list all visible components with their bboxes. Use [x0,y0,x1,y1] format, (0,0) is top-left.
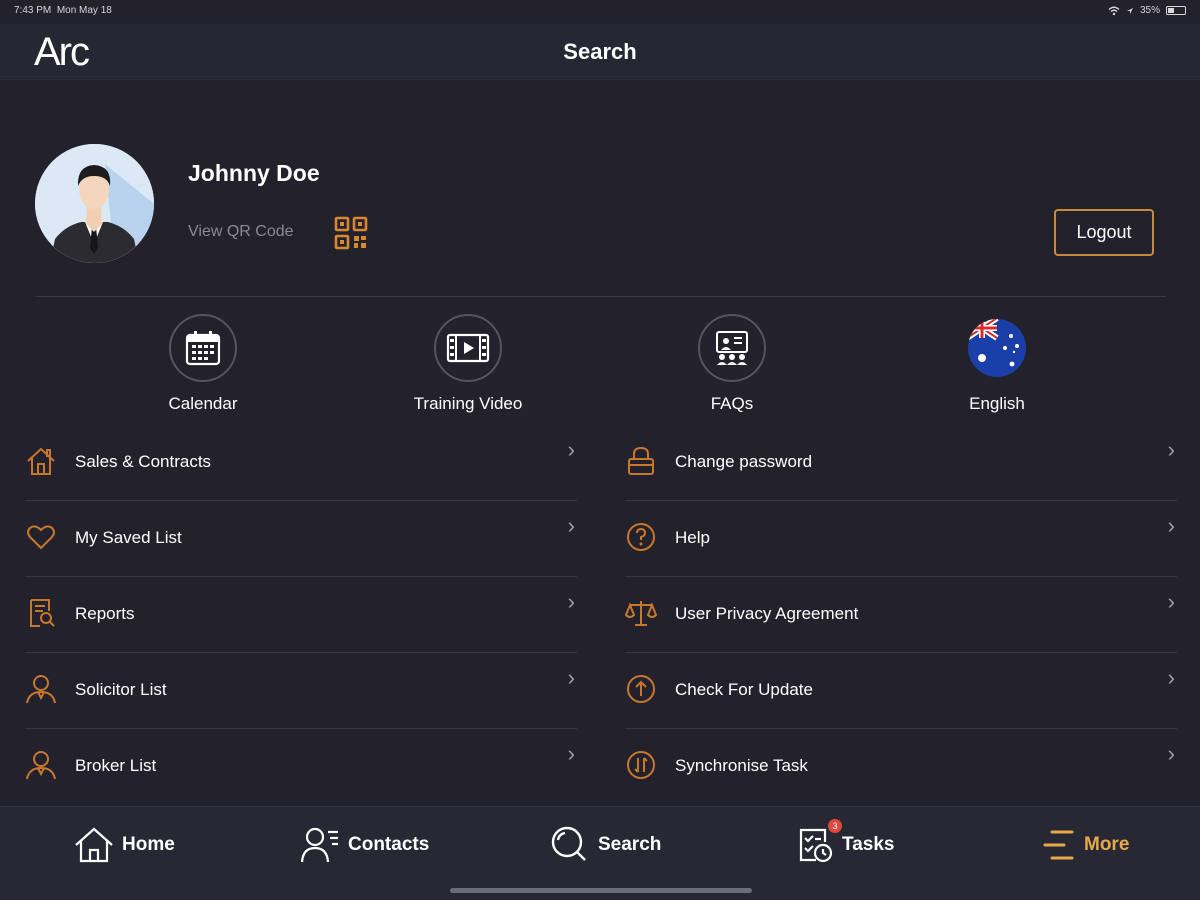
tab-label: Search [598,834,662,855]
search-icon [551,826,586,861]
upload-icon [627,675,655,703]
menu-item-label: Reports [75,604,135,623]
house-icon [27,447,55,475]
tab-label: Tasks [842,834,895,855]
scales-icon [625,601,657,626]
chevron-right-icon: › [1167,513,1175,538]
tasks-badge: 3 [828,819,842,833]
battery-percent: 35% [1139,5,1160,16]
quick-action-circle [963,314,1031,382]
tab-label: More [1084,834,1130,855]
menu-item-label: User Privacy Agreement [675,604,859,623]
contacts-icon [300,827,338,863]
menu-item-synchronise-task[interactable]: Synchronise Task › [625,729,1177,805]
menu-item-reports[interactable]: Reports › [25,577,577,653]
menu-item-label: My Saved List [75,528,182,547]
logout-button[interactable]: Logout [1054,209,1154,256]
menu-item-broker-list[interactable]: Broker List › [25,729,577,805]
menu-item-check-for-update[interactable]: Check For Update › [625,653,1177,729]
menu-item-label: Solicitor List [75,680,167,699]
avatar[interactable] [35,144,154,263]
tasks-icon [799,828,833,863]
heart-icon [27,525,55,550]
quick-action-label: English [969,394,1025,413]
menu-item-sales-contracts[interactable]: Sales & Contracts › [25,425,577,501]
home-indicator [450,888,752,893]
faq-icon [716,331,748,365]
battery-icon [1166,6,1186,15]
tab-more[interactable]: More [1042,817,1129,873]
chevron-right-icon: › [567,665,575,690]
menu-item-label: Help [675,528,710,547]
video-icon [446,333,490,363]
home-icon [75,827,113,863]
question-icon [627,523,655,551]
status-time: 7:43 PM [14,5,52,16]
chevron-right-icon: › [1167,741,1175,766]
chevron-right-icon: › [1167,589,1175,614]
person-icon [26,751,56,780]
quick-action-calendar[interactable]: Calendar [118,314,288,414]
person-icon [26,675,56,704]
more-icon [1043,830,1074,860]
avatar-icon [35,144,154,263]
tab-tasks[interactable]: 3 Tasks [798,817,894,873]
quick-action-language[interactable]: English [912,314,1082,414]
status-bar: 7:43 PM Mon May 18 35% [0,0,1200,24]
menu-item-solicitor-list[interactable]: Solicitor List › [25,653,577,729]
quick-action-label: FAQs [710,394,754,413]
chevron-right-icon: › [567,513,575,538]
page-title: Search [563,39,637,64]
user-name: Johnny Doe [188,160,320,186]
chevron-right-icon: › [567,589,575,614]
menu-item-label: Broker List [75,756,157,775]
menu-item-my-saved-list[interactable]: My Saved List › [25,501,577,577]
location-icon [1126,7,1133,14]
lock-icon [628,446,654,475]
sync-icon [627,751,655,779]
tab-label: Contacts [348,834,430,855]
chevron-right-icon: › [567,741,575,766]
menu-item-change-password[interactable]: Change password › [625,425,1177,501]
menu-item-label: Synchronise Task [675,756,808,775]
menu-item-label: Change password [675,452,813,471]
status-time-date: 7:43 PM Mon May 18 [14,5,112,16]
menu-item-label: Sales & Contracts [75,452,212,471]
chevron-right-icon: › [1167,665,1175,690]
tab-bar: Home Contacts Search 3 Tasks More [0,806,1200,900]
australia-flag-icon [968,319,1026,377]
quick-action-label: Calendar [168,394,238,413]
quick-action-faqs[interactable]: FAQs [647,314,817,414]
tab-contacts[interactable]: Contacts [300,817,429,873]
qr-code-icon[interactable] [334,216,368,250]
tab-label: Home [122,834,175,855]
menu-item-help[interactable]: Help › [625,501,1177,577]
quick-action-circle [434,314,502,382]
menu-item-user-privacy-agreement[interactable]: User Privacy Agreement › [625,577,1177,653]
status-right: 35% [1108,5,1186,16]
menu-item-label: Check For Update [675,680,813,699]
chevron-right-icon: › [1167,437,1175,462]
wifi-icon [1108,6,1120,15]
report-icon [30,599,55,627]
navigation-bar: Arc Search [0,24,1200,80]
quick-action-circle [169,314,237,382]
quick-action-circle [698,314,766,382]
chevron-right-icon: › [567,437,575,462]
tab-search[interactable]: Search [550,817,661,873]
divider [36,296,1166,297]
tab-home[interactable]: Home [74,817,175,873]
calendar-icon [185,331,221,366]
status-date: Mon May 18 [56,5,112,16]
quick-action-label: Training Video [413,394,523,413]
profile-section: Johnny Doe View QR Code Logout [0,80,1200,298]
quick-action-training-video[interactable]: Training Video [383,314,553,414]
view-qr-code-link[interactable]: View QR Code [188,223,294,241]
